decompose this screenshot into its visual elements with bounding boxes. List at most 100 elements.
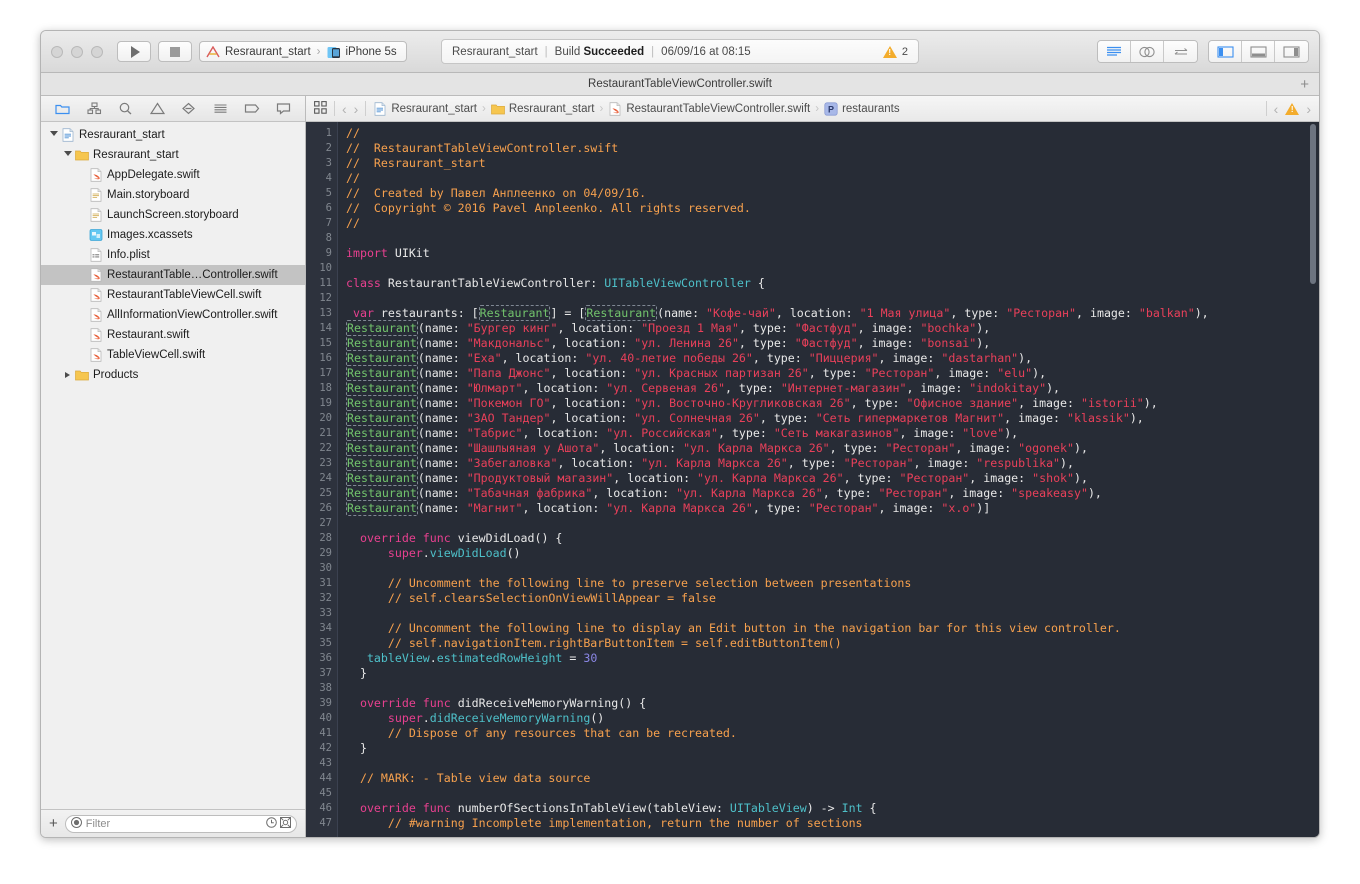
- scrollbar-thumb[interactable]: [1310, 124, 1316, 284]
- next-issue-button[interactable]: ›: [1306, 101, 1311, 117]
- code-line[interactable]: //: [346, 171, 1319, 186]
- file-list-item[interactable]: AppDelegate.swift: [41, 165, 305, 185]
- code-line[interactable]: super.didReceiveMemoryWarning(): [346, 711, 1319, 726]
- file-list-item[interactable]: LaunchScreen.storyboard: [41, 205, 305, 225]
- filter-input[interactable]: Filter: [64, 814, 297, 833]
- source-code-text[interactable]: //// RestaurantTableViewController.swift…: [338, 122, 1319, 837]
- code-line[interactable]: // #warning Incomplete implementation, r…: [346, 816, 1319, 831]
- active-tab-title[interactable]: RestaurantTableViewController.swift: [41, 78, 1319, 90]
- code-line[interactable]: // MARK: - Table view data source: [346, 771, 1319, 786]
- breadcrumb-item[interactable]: RestaurantTableViewController.swift: [608, 101, 810, 116]
- code-line[interactable]: tableView.estimatedRowHeight = 30: [346, 651, 1319, 666]
- symbol-navigator-icon[interactable]: [86, 101, 103, 116]
- code-line[interactable]: // Uncomment the following line to displ…: [346, 621, 1319, 636]
- toggle-debug-area-button[interactable]: [1242, 41, 1275, 62]
- standard-editor-button[interactable]: [1098, 41, 1131, 62]
- code-line[interactable]: // Created by Павел Анплеенко on 04/09/1…: [346, 186, 1319, 201]
- file-list-item[interactable]: Resraurant_start: [41, 125, 305, 145]
- previous-issue-button[interactable]: ‹: [1274, 101, 1279, 117]
- code-line[interactable]: //: [346, 126, 1319, 141]
- assistant-editor-button[interactable]: [1131, 41, 1164, 62]
- report-navigator-icon[interactable]: [275, 101, 292, 116]
- code-line[interactable]: import UIKit: [346, 246, 1319, 261]
- source-control-filter-icon[interactable]: [280, 816, 291, 831]
- code-line[interactable]: }: [346, 741, 1319, 756]
- code-line[interactable]: Restaurant(name: "Еха", location: "ул. 4…: [346, 350, 1319, 366]
- file-list-item[interactable]: Images.xcassets: [41, 225, 305, 245]
- file-list-item[interactable]: Info.plist: [41, 245, 305, 265]
- code-line[interactable]: // Resraurant_start: [346, 156, 1319, 171]
- code-line[interactable]: override func numberOfSectionsInTableVie…: [346, 801, 1319, 816]
- related-items-icon[interactable]: [314, 100, 327, 117]
- stop-button[interactable]: [158, 41, 192, 62]
- code-line[interactable]: override func didReceiveMemoryWarning() …: [346, 696, 1319, 711]
- code-line[interactable]: [346, 561, 1319, 576]
- code-line[interactable]: Restaurant(name: "Юлмарт", location: "ул…: [346, 380, 1319, 396]
- version-editor-button[interactable]: [1164, 41, 1197, 62]
- code-line[interactable]: override func viewDidLoad() {: [346, 531, 1319, 546]
- status-warning-badge[interactable]: 2: [882, 45, 908, 58]
- code-line[interactable]: Restaurant(name: "Табачная фабрика", loc…: [346, 485, 1319, 501]
- breadcrumb-item[interactable]: Resraurant_start: [490, 102, 595, 116]
- breadcrumb-item[interactable]: Prestaurants: [824, 101, 900, 116]
- run-button[interactable]: [117, 41, 151, 62]
- code-line[interactable]: super.viewDidLoad(): [346, 546, 1319, 561]
- nav-forward-button[interactable]: ›: [354, 101, 359, 117]
- code-line[interactable]: [346, 231, 1319, 246]
- code-line[interactable]: //: [346, 216, 1319, 231]
- code-line[interactable]: // Dispose of any resources that can be …: [346, 726, 1319, 741]
- test-navigator-icon[interactable]: [180, 101, 197, 116]
- source-editor[interactable]: 1 2 3 4 5 6 7 8 9 10 11 12 13 14 15 16 17 18 19 20 21 22 23 24 2…: [306, 122, 1319, 837]
- code-line[interactable]: }: [346, 666, 1319, 681]
- code-line[interactable]: // self.navigationItem.rightBarButtonIte…: [346, 636, 1319, 651]
- chevron-right-icon[interactable]: [61, 372, 74, 378]
- code-line[interactable]: Restaurant(name: "ЗАО Тандер", location:…: [346, 410, 1319, 426]
- code-line[interactable]: // RestaurantTableViewController.swift: [346, 141, 1319, 156]
- project-file-list[interactable]: Resraurant_start Resraurant_start AppDeleg…: [41, 122, 305, 809]
- code-line[interactable]: Restaurant(name: "Макдональс", location:…: [346, 335, 1319, 351]
- add-tab-button[interactable]: +: [1300, 76, 1309, 93]
- code-line[interactable]: Restaurant(name: "Шашлыяная у Ашота", lo…: [346, 440, 1319, 456]
- code-line[interactable]: Restaurant(name: "Забегаловка", location…: [346, 455, 1319, 471]
- debug-navigator-icon[interactable]: [212, 101, 229, 116]
- chevron-down-icon[interactable]: [47, 131, 60, 139]
- toggle-navigator-button[interactable]: [1209, 41, 1242, 62]
- file-list-item[interactable]: Restaurant.swift: [41, 325, 305, 345]
- code-line[interactable]: Restaurant(name: "Бургер кинг", location…: [346, 320, 1319, 336]
- status-bar[interactable]: Resraurant_start | Build Succeeded | 06/…: [441, 39, 919, 64]
- file-list-item[interactable]: Products: [41, 365, 305, 385]
- nav-back-button[interactable]: ‹: [342, 101, 347, 117]
- file-list-item[interactable]: Main.storyboard: [41, 185, 305, 205]
- code-line[interactable]: [346, 291, 1319, 306]
- file-list-item[interactable]: RestaurantTable…Controller.swift: [41, 265, 305, 285]
- file-list-item[interactable]: RestaurantTableViewCell.swift: [41, 285, 305, 305]
- code-line[interactable]: var restaurants: [Restaurant] = [Restaur…: [346, 305, 1319, 321]
- code-line[interactable]: Restaurant(name: "Продуктовый магазин", …: [346, 470, 1319, 486]
- code-line[interactable]: [346, 756, 1319, 771]
- code-line[interactable]: Restaurant(name: "Табрис", location: "ул…: [346, 425, 1319, 441]
- code-line[interactable]: [346, 261, 1319, 276]
- code-line[interactable]: [346, 606, 1319, 621]
- code-line[interactable]: Restaurant(name: "Магнит", location: "ул…: [346, 500, 1319, 516]
- recent-clock-icon[interactable]: [266, 816, 277, 831]
- code-line[interactable]: [346, 681, 1319, 696]
- code-line[interactable]: Restaurant(name: "Покемон ГО", location:…: [346, 395, 1319, 411]
- toggle-utilities-button[interactable]: [1275, 41, 1308, 62]
- code-line[interactable]: // self.clearsSelectionOnViewWillAppear …: [346, 591, 1319, 606]
- breakpoint-navigator-icon[interactable]: [243, 101, 260, 116]
- file-list-item[interactable]: TableViewCell.swift: [41, 345, 305, 365]
- add-file-button[interactable]: +: [49, 816, 58, 831]
- code-line[interactable]: Restaurant(name: "Папа Джонс", location:…: [346, 365, 1319, 381]
- minimize-button[interactable]: [71, 45, 83, 58]
- code-line[interactable]: [346, 786, 1319, 801]
- editor-vertical-scrollbar[interactable]: [1308, 122, 1318, 837]
- breadcrumb-item[interactable]: Resraurant_start: [373, 101, 477, 116]
- code-line[interactable]: class RestaurantTableViewController: UIT…: [346, 276, 1319, 291]
- code-line[interactable]: // Copyright © 2016 Pavel Anpleenko. All…: [346, 201, 1319, 216]
- code-line[interactable]: // Uncomment the following line to prese…: [346, 576, 1319, 591]
- close-button[interactable]: [51, 45, 63, 58]
- warning-triangle-icon[interactable]: [1285, 102, 1300, 115]
- project-navigator-icon[interactable]: [54, 101, 71, 116]
- file-list-item[interactable]: AllInformationViewController.swift: [41, 305, 305, 325]
- code-line[interactable]: [346, 516, 1319, 531]
